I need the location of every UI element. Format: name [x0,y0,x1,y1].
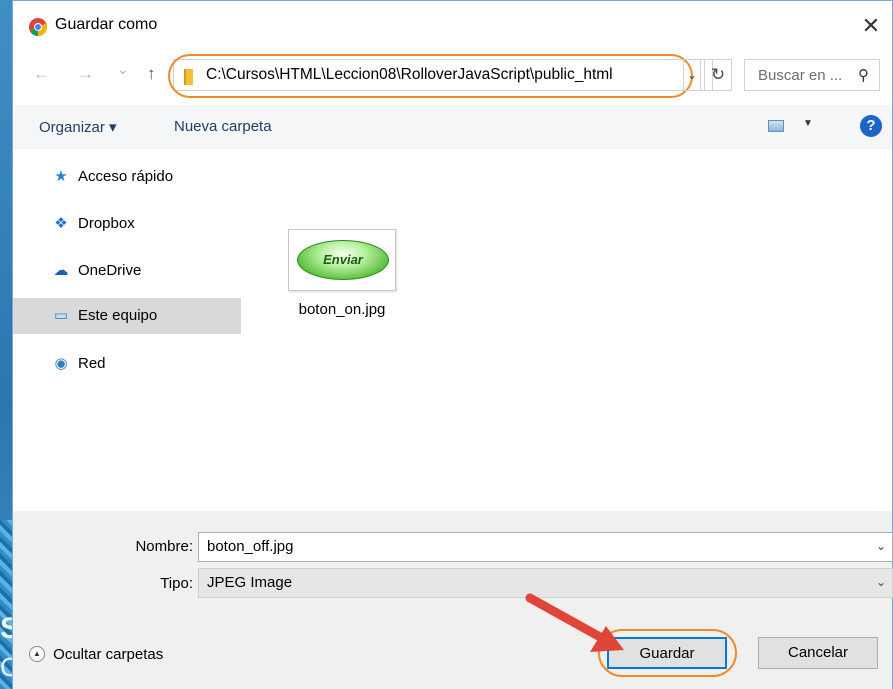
command-toolbar: Organizar ▾ Nueva carpeta ▼ ? [13,105,892,149]
filename-field[interactable]: boton_off.jpg ⌄ [198,532,893,562]
dialog-title: Guardar como [55,16,158,33]
star-icon: ★ [54,168,68,185]
up-arrow-icon[interactable]: ↑ [147,64,156,84]
sidebar-item-label: Dropbox [78,215,135,232]
search-icon: ⚲ [858,67,869,84]
computer-icon: ▭ [53,307,69,324]
help-icon[interactable]: ? [860,115,882,137]
hide-folders-label: Ocultar carpetas [53,645,164,663]
search-input[interactable]: Buscar en ... ⚲ [744,59,880,91]
filename-value: boton_off.jpg [207,538,294,555]
chevron-down-icon[interactable]: ⌄ [876,575,886,589]
address-path: C:\Cursos\HTML\Leccion08\RolloverJavaScr… [206,66,613,83]
address-bar[interactable]: C:\Cursos\HTML\Leccion08\RolloverJavaScr… [173,59,713,91]
sidebar-item-label: OneDrive [78,262,142,279]
forward-arrow-icon[interactable]: → [77,64,94,84]
chevron-down-icon[interactable]: ⌄ [876,539,886,553]
file-name: boton_on.jpg [298,301,386,318]
name-label: Nombre: [135,538,193,555]
address-dropdown-icon[interactable]: ⌄ [683,59,701,91]
title-bar: Guardar como ✕ [13,1,892,53]
network-icon: ◉ [54,355,68,372]
view-options-icon[interactable] [768,120,784,132]
sidebar-item-label: Acceso rápido [78,168,174,185]
save-button[interactable]: Guardar [607,637,727,669]
file-type-select[interactable]: JPEG Image ⌄ [198,568,893,598]
sidebar-item-this-pc[interactable]: ▭ Este equipo [13,298,241,334]
hide-folders-toggle[interactable]: ▲ Ocultar carpetas [29,645,163,663]
sidebar-item-quick-access[interactable]: ★ Acceso rápido [13,159,241,195]
organize-menu[interactable]: Organizar ▾ [39,118,117,136]
dropbox-icon: ❖ [54,215,68,232]
sidebar-item-label: Este equipo [78,307,158,324]
navigation-pane: ★ Acceso rápido ❖ Dropbox ☁ OneDrive ▭ E… [13,151,243,506]
file-type-value: JPEG Image [207,574,293,591]
save-as-dialog: Guardar como ✕ ← → ⌄ ↑ C:\Cursos\HTML\Le… [12,0,893,689]
sidebar-item-onedrive[interactable]: ☁ OneDrive [13,253,241,289]
search-placeholder: Buscar en ... [758,67,843,84]
recent-locations-icon[interactable]: ⌄ [117,61,129,78]
view-dropdown-icon[interactable]: ▼ [803,118,813,129]
thumbnail-text: Enviar [323,252,363,267]
image-thumbnail: Enviar [288,229,396,291]
close-icon[interactable]: ✕ [856,11,886,41]
folder-icon [184,69,193,85]
collapse-icon: ▲ [29,646,45,663]
type-label: Tipo: [160,575,193,592]
button-image-preview: Enviar [297,240,389,280]
back-arrow-icon[interactable]: ← [33,64,50,84]
file-item[interactable]: Enviar boton_on.jpg [283,229,401,318]
cancel-button[interactable]: Cancelar [758,637,878,669]
new-folder-button[interactable]: Nueva carpeta [174,118,272,135]
chrome-icon [29,18,47,36]
sidebar-item-dropbox[interactable]: ❖ Dropbox [13,206,241,242]
navigation-bar: ← → ⌄ ↑ C:\Cursos\HTML\Leccion08\Rollove… [13,53,892,99]
refresh-icon[interactable]: ↻ [704,59,732,91]
cloud-icon: ☁ [53,262,69,279]
sidebar-item-label: Red [78,355,106,372]
sidebar-item-network[interactable]: ◉ Red [13,346,241,382]
save-panel: Nombre: boton_off.jpg ⌄ Tipo: JPEG Image… [13,511,893,689]
